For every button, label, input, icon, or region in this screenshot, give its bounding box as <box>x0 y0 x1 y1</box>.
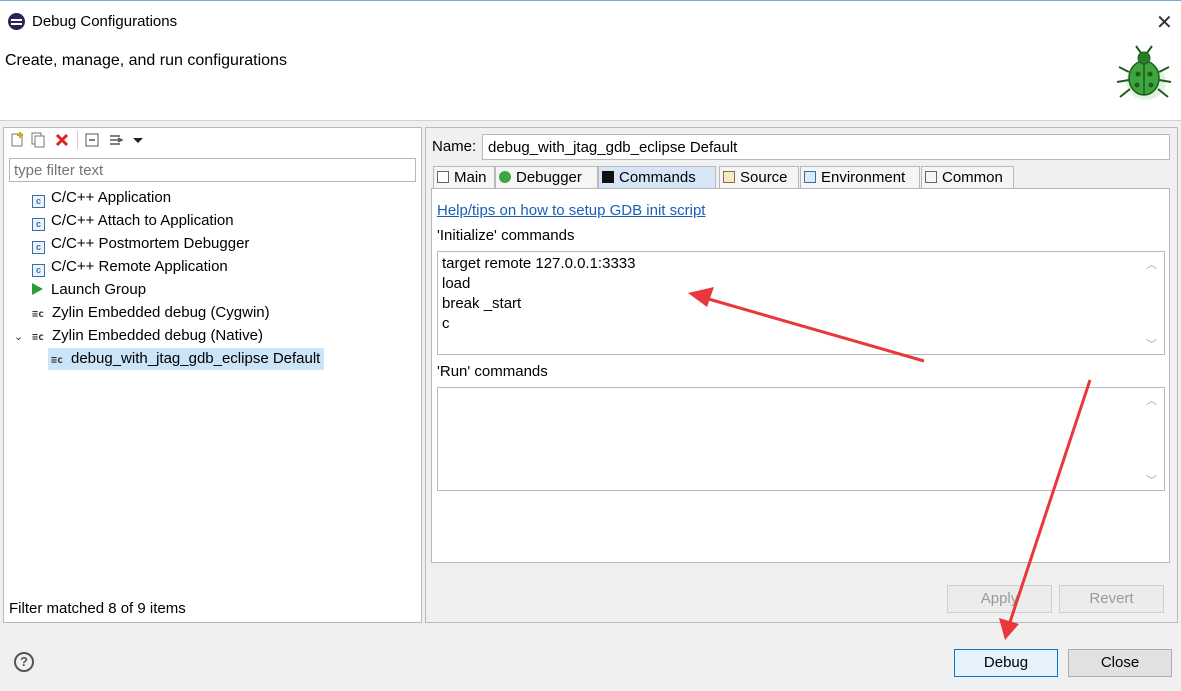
debug-button[interactable]: Debug <box>954 649 1058 677</box>
tree-item-zylin-native[interactable]: ≡c Zylin Embedded debug (Native) <box>32 325 263 347</box>
tab-environment[interactable]: Environment <box>800 166 920 188</box>
tab-main[interactable]: Main <box>433 166 495 188</box>
tree-item-launch-group[interactable]: Launch Group <box>32 279 146 301</box>
filter-input[interactable] <box>9 158 416 182</box>
filter-status: Filter matched 8 of 9 items <box>9 600 186 617</box>
scroll-up-icon[interactable]: ︿ <box>1146 392 1157 408</box>
init-command-line: load <box>442 275 471 292</box>
common-icon <box>925 171 937 183</box>
source-icon <box>723 171 735 183</box>
tab-common[interactable]: Common <box>921 166 1014 188</box>
close-icon[interactable]: ✕ <box>1156 10 1173 35</box>
help-icon[interactable]: ? <box>14 652 34 672</box>
tree-item-zylin-cygwin[interactable]: ≡c Zylin Embedded debug (Cygwin) <box>32 302 270 324</box>
c-app-icon: c <box>32 195 45 208</box>
eclipse-icon <box>8 13 25 30</box>
chevron-down-icon[interactable] <box>130 132 146 148</box>
name-label: Name: <box>432 138 477 155</box>
zylin-icon: ≡c <box>51 355 64 366</box>
toolbar-separator <box>77 131 78 149</box>
close-button[interactable]: Close <box>1068 649 1172 677</box>
environment-icon <box>804 171 816 183</box>
delete-icon[interactable] <box>54 132 70 148</box>
tab-debugger[interactable]: Debugger <box>495 166 598 188</box>
initialize-commands-label: 'Initialize' commands <box>437 227 575 244</box>
apply-button[interactable]: Apply <box>947 585 1052 613</box>
dialog-subtitle: Create, manage, and run configurations <box>5 52 287 69</box>
tab-source[interactable]: Source <box>719 166 799 188</box>
name-field[interactable] <box>482 134 1170 160</box>
run-commands-textarea[interactable] <box>437 387 1165 491</box>
window-top-edge <box>0 0 1181 5</box>
zylin-icon: ≡c <box>32 309 45 320</box>
tree-item-cpp-attach[interactable]: c C/C++ Attach to Application <box>32 210 234 232</box>
c-app-icon: c <box>32 241 45 254</box>
init-command-line: c <box>442 315 450 332</box>
terminal-icon <box>602 171 614 183</box>
filter-icon[interactable] <box>108 132 124 148</box>
scroll-up-icon[interactable]: ︿ <box>1146 256 1157 272</box>
tree-item-cpp-application[interactable]: c C/C++ Application <box>32 187 171 209</box>
tree-item-cpp-postmortem[interactable]: c C/C++ Postmortem Debugger <box>32 233 249 255</box>
expand-chevron-icon[interactable]: ⌄ <box>14 330 23 343</box>
tree-item-cpp-remote[interactable]: c C/C++ Remote Application <box>32 256 228 278</box>
run-commands-label: 'Run' commands <box>437 363 548 380</box>
revert-button[interactable]: Revert <box>1059 585 1164 613</box>
bug-icon <box>1116 45 1172 100</box>
scroll-down-icon[interactable]: ﹀ <box>1146 472 1157 488</box>
bug-icon <box>499 171 511 183</box>
duplicate-icon[interactable] <box>30 132 46 148</box>
tree-item-debug-config[interactable]: ≡c debug_with_jtag_gdb_eclipse Default <box>48 348 325 370</box>
title-bar <box>0 0 1181 42</box>
init-command-line: break _start <box>442 295 522 312</box>
zylin-icon: ≡c <box>32 332 45 343</box>
collapse-all-icon[interactable] <box>84 132 100 148</box>
c-app-icon: c <box>32 218 45 231</box>
c-app-icon: c <box>32 264 45 277</box>
gdb-help-link[interactable]: Help/tips on how to setup GDB init scrip… <box>437 202 705 219</box>
scroll-down-icon[interactable]: ﹀ <box>1146 336 1157 352</box>
window-title: Debug Configurations <box>32 13 178 30</box>
new-configuration-icon[interactable] <box>9 132 25 148</box>
launch-group-icon <box>32 283 43 295</box>
tab-commands[interactable]: Commands <box>598 166 716 188</box>
init-command-line: target remote 127.0.0.1:3333 <box>442 255 636 272</box>
main-tab-icon <box>437 171 449 183</box>
